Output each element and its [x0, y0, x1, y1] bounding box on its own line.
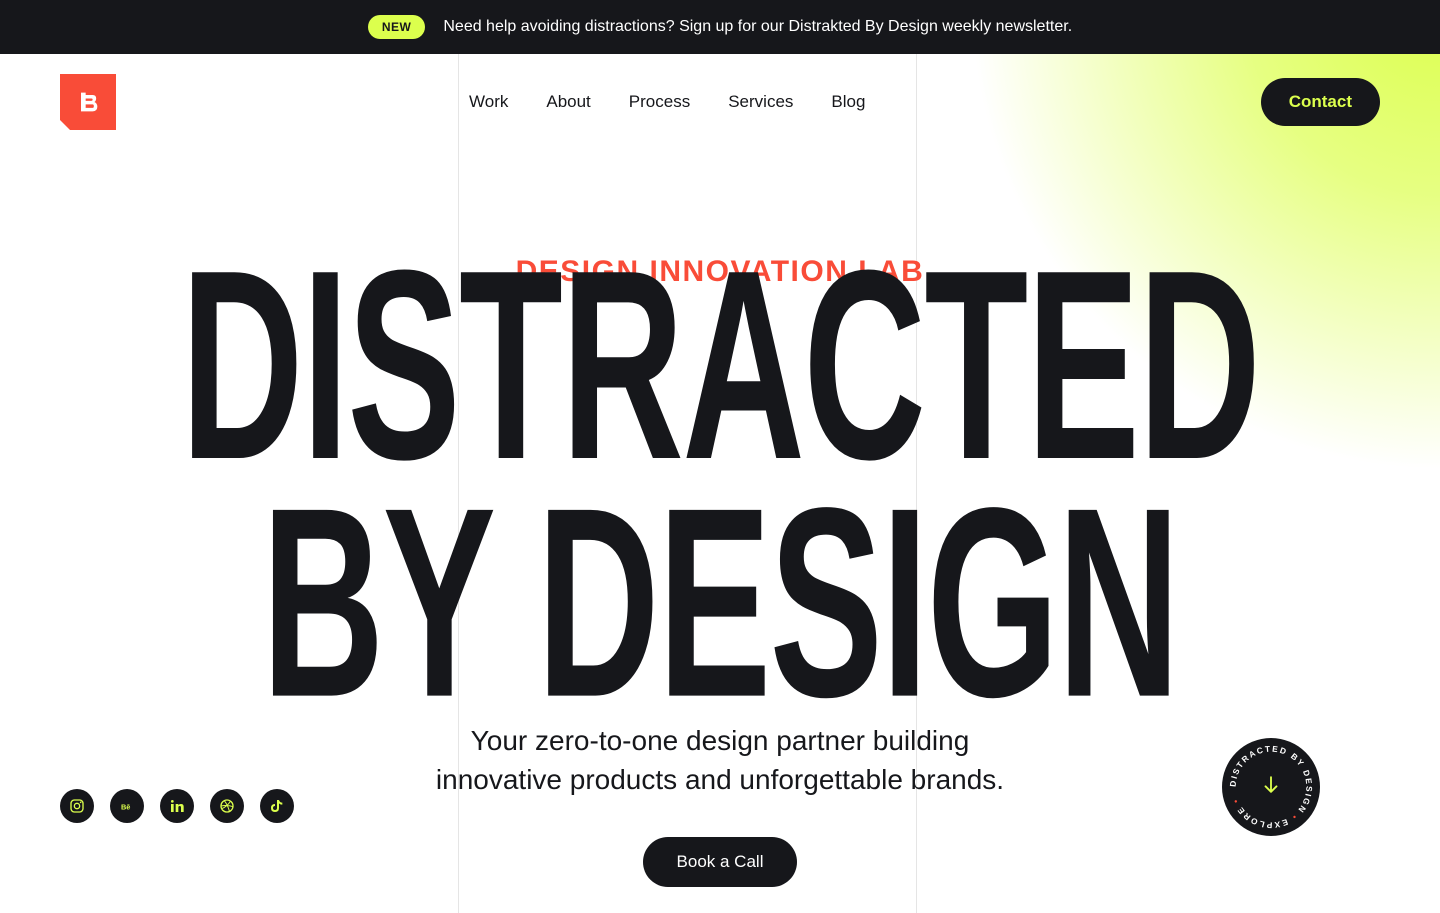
- new-badge: NEW: [368, 15, 426, 39]
- explore-badge[interactable]: DISTRACTED BY DESIGN • EXPLORE •: [1222, 738, 1320, 836]
- instagram-icon[interactable]: [60, 789, 94, 823]
- hero-title: DISTRACTED BY DESIGN: [108, 247, 1332, 722]
- contact-button[interactable]: Contact: [1261, 78, 1380, 126]
- dribbble-icon[interactable]: [210, 789, 244, 823]
- nav-link-blog[interactable]: Blog: [831, 92, 865, 112]
- logo[interactable]: [60, 74, 116, 130]
- svg-text:Bē: Bē: [121, 802, 130, 811]
- announcement-text: Need help avoiding distractions? Sign up…: [443, 18, 1072, 36]
- linkedin-icon[interactable]: [160, 789, 194, 823]
- book-call-button[interactable]: Book a Call: [643, 837, 798, 887]
- tiktok-icon[interactable]: [260, 789, 294, 823]
- nav-link-about[interactable]: About: [546, 92, 590, 112]
- announcement-bar[interactable]: NEW Need help avoiding distractions? Sig…: [0, 0, 1440, 54]
- nav-links: Work About Process Services Blog: [469, 92, 865, 112]
- nav-link-work[interactable]: Work: [469, 92, 508, 112]
- hero-description-line2: innovative products and unforgettable br…: [436, 764, 1004, 795]
- main-nav: Work About Process Services Blog Contact: [0, 54, 1440, 150]
- nav-link-services[interactable]: Services: [728, 92, 793, 112]
- badge-circle: DISTRACTED BY DESIGN • EXPLORE •: [1222, 738, 1320, 836]
- logo-b-icon: [74, 88, 102, 116]
- social-icons: Bē: [60, 789, 294, 823]
- arrow-down-icon: [1260, 774, 1282, 801]
- behance-icon[interactable]: Bē: [110, 789, 144, 823]
- nav-link-process[interactable]: Process: [629, 92, 690, 112]
